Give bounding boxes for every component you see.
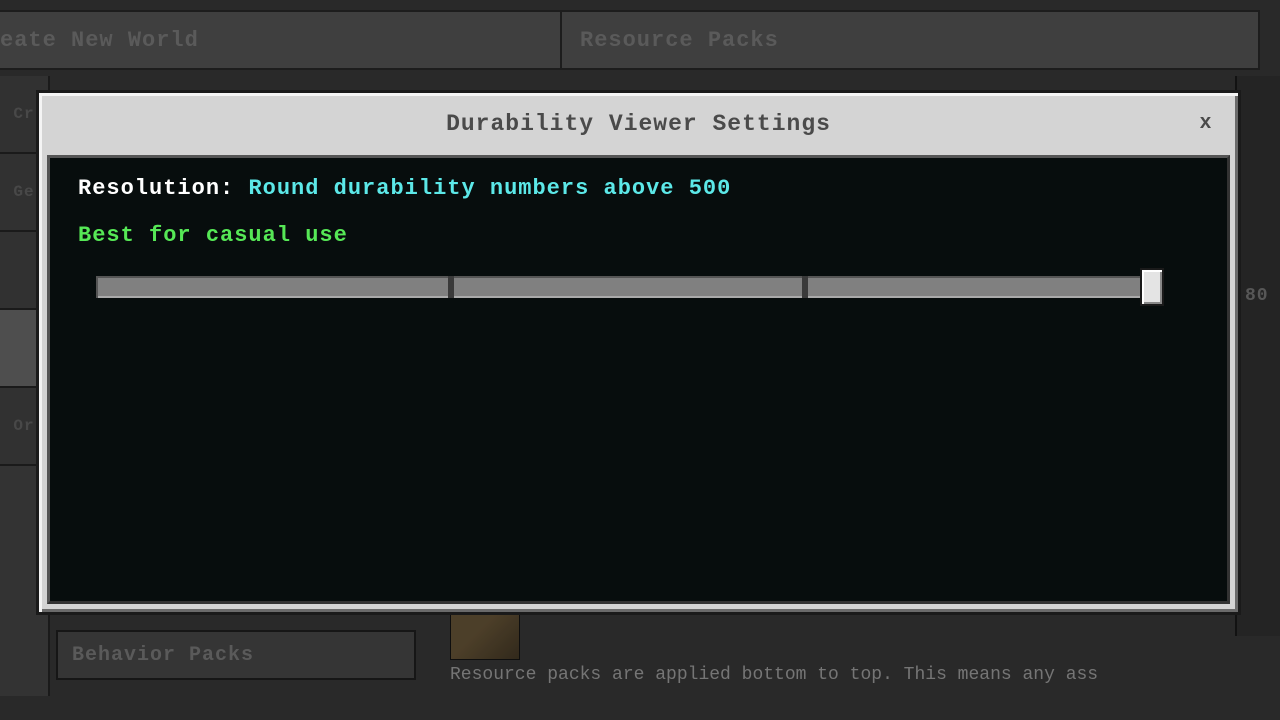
right-fragment-text: 80 xyxy=(1245,286,1269,306)
slider-track xyxy=(96,276,1156,298)
behavior-packs-button: Behavior Packs xyxy=(56,630,416,680)
resolution-description: Best for casual use xyxy=(78,223,1199,248)
close-button[interactable]: x xyxy=(1188,105,1224,141)
tab-resource-packs: Resource Packs xyxy=(560,10,1260,70)
dialog-titlebar: Durability Viewer Settings x xyxy=(39,93,1238,155)
close-icon: x xyxy=(1199,112,1212,135)
tab-right-label: Resource Packs xyxy=(580,28,779,53)
slider-tick xyxy=(802,276,808,298)
tab-create-world: eate New World xyxy=(0,10,620,70)
resolution-value: Round durability numbers above 500 xyxy=(248,176,731,201)
dialog-title: Durability Viewer Settings xyxy=(446,111,831,137)
slider-thumb[interactable] xyxy=(1140,268,1164,306)
dialog-body: Resolution: Round durability numbers abo… xyxy=(47,155,1230,604)
right-panel: 80 xyxy=(1235,76,1280,636)
behavior-packs-label: Behavior Packs xyxy=(72,644,254,667)
resolution-label: Resolution: xyxy=(78,176,248,201)
resolution-slider[interactable] xyxy=(96,270,1176,304)
resource-pack-description: Resource packs are applied bottom to top… xyxy=(450,665,1270,685)
slider-tick xyxy=(448,276,454,298)
pack-thumbnail xyxy=(450,610,520,660)
tab-left-label: eate New World xyxy=(0,28,199,53)
durability-viewer-settings-dialog: Durability Viewer Settings x Resolution:… xyxy=(36,90,1241,615)
resolution-row: Resolution: Round durability numbers abo… xyxy=(78,176,1199,201)
